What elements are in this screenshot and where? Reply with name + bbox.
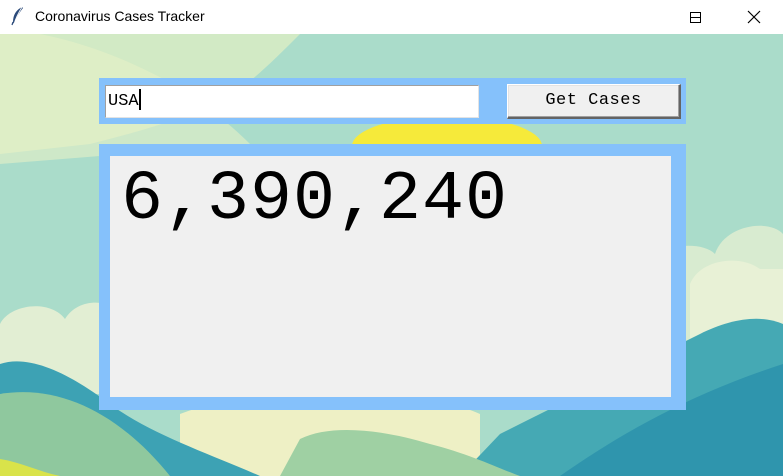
window-client-area: USA Get Cases 6,390,240 [0,34,783,476]
maximize-icon [689,11,701,23]
get-cases-button[interactable]: Get Cases [507,84,681,119]
country-input-value: USA [108,92,139,111]
cases-count-value: 6,390,240 [121,161,509,240]
cases-count-label: 6,390,240 [110,156,671,397]
window-title: Coronavirus Cases Tracker [35,8,205,24]
text-caret [138,89,141,110]
maximize-button[interactable] [672,0,718,34]
feather-icon [10,6,26,26]
close-button[interactable] [731,0,777,34]
close-icon [747,10,761,24]
title-bar: Coronavirus Cases Tracker [0,0,783,34]
minimize-button-hit[interactable] [626,0,672,34]
country-input[interactable]: USA [105,85,479,118]
